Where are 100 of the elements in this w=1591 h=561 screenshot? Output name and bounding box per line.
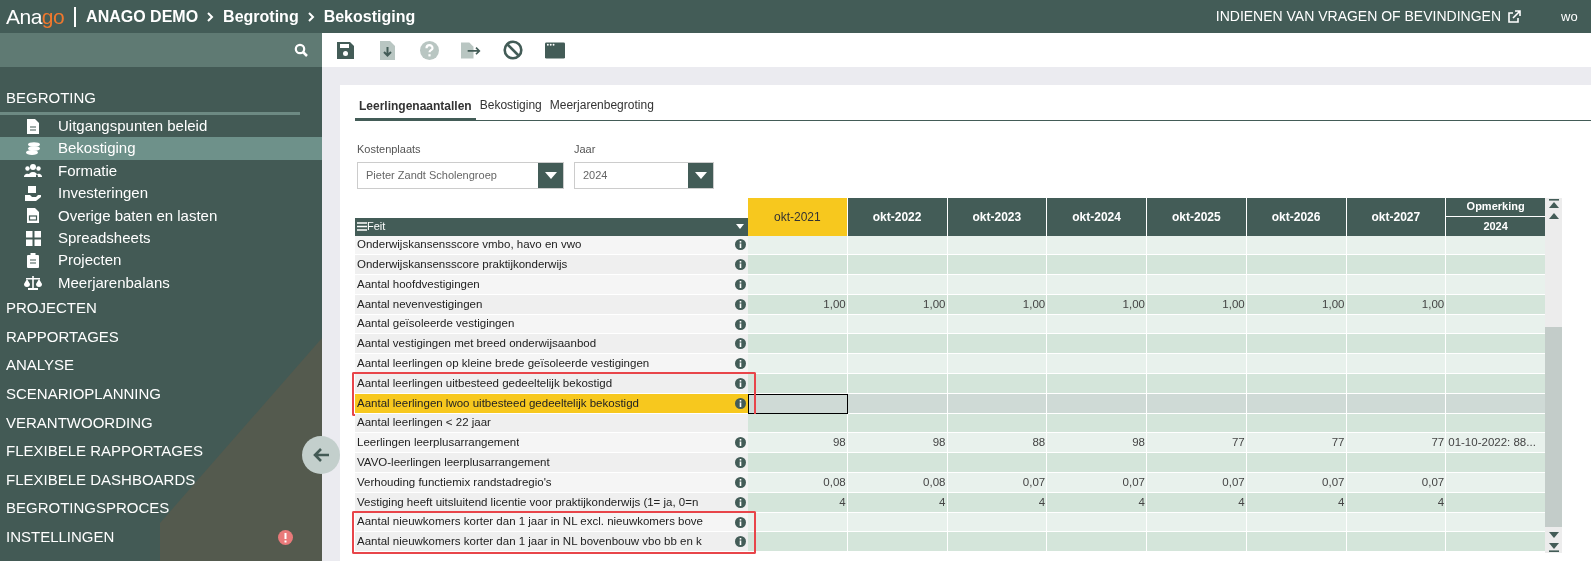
column-header[interactable]: okt-2024 [1047,197,1147,236]
table-cell[interactable] [1246,354,1347,375]
row-label[interactable]: Aantal vestigingen met breed onderwijsaanbod [355,334,748,355]
row-label[interactable]: Aantal nieuwkomers korter dan 1 jaar in NL bovenbouw vbo bb en k [355,532,748,553]
sidebar-item[interactable]: Uitgangspunten beleid [0,115,322,138]
table-cell[interactable] [947,532,1048,553]
help-button[interactable] [419,38,439,62]
table-cell[interactable] [748,413,848,434]
info-icon[interactable] [735,338,746,350]
search-icon[interactable] [294,43,308,57]
table-cell[interactable]: 0,07 [1246,473,1347,493]
table-cell[interactable] [1047,532,1147,553]
table-cell[interactable] [1446,413,1545,434]
column-header[interactable]: okt-2022 [847,197,948,236]
row-label[interactable]: Aantal leerlingen op kleine brede geïsoleerde vestigingen [355,354,748,375]
column-header[interactable]: Feit [355,217,748,236]
row-label[interactable]: Aantal leerlingen < 22 jaar [355,413,748,434]
info-icon[interactable] [735,358,746,370]
row-label[interactable]: Aantal leerlingen uitbesteed gedeeltelijk bekostigd [355,374,748,394]
tab[interactable]: Bekostiging [475,96,546,120]
table-cell[interactable] [1147,235,1247,256]
row-label[interactable]: Aantal nieuwkomers korter dan 1 jaar in NL excl. nieuwkomers bove [355,512,748,533]
column-header[interactable]: okt-2021 [748,197,848,236]
table-cell[interactable] [1147,413,1247,434]
table-cell[interactable] [1147,374,1247,394]
table-cell[interactable]: 0,07 [1346,473,1447,493]
sidebar-section[interactable]: INSTELLINGEN [0,522,300,552]
table-cell[interactable] [1047,235,1147,256]
table-cell[interactable] [1446,512,1545,533]
table-cell[interactable]: 0,08 [847,473,948,493]
sidebar-section[interactable]: RAPPORTAGES [0,322,300,352]
info-icon[interactable] [735,476,746,488]
table-cell[interactable] [1346,532,1447,553]
breadcrumb-item[interactable]: ANAGO DEMO [86,4,199,29]
table-cell[interactable]: 77 [1246,433,1347,454]
row-label[interactable]: Onderwijskansensscore praktijkonderwijs [355,255,748,276]
row-label[interactable]: Leerlingen leerplusarrangement [355,433,748,454]
table-cell[interactable]: 4 [1147,492,1247,513]
sidebar-item[interactable]: Spreadsheets [0,226,322,250]
table-cell[interactable] [1446,334,1545,355]
sidebar-item[interactable]: Projecten [0,249,322,272]
table-cell[interactable] [1246,374,1347,394]
table-cell[interactable] [847,532,948,553]
table-cell[interactable] [847,453,948,474]
table-cell[interactable] [1147,393,1247,414]
file-download-button[interactable] [377,38,397,62]
table-cell[interactable] [748,235,848,256]
table-cell[interactable] [748,532,848,553]
dropdown-arrow-icon[interactable] [736,224,744,229]
info-icon[interactable] [735,516,746,528]
info-icon[interactable] [735,536,746,548]
scroll-down-icon[interactable] [1548,529,1559,552]
table-cell[interactable] [1446,473,1545,493]
sidebar-section[interactable]: FLEXIBELE DASHBOARDS [0,465,300,495]
table-cell[interactable] [1346,374,1447,394]
table-cell[interactable] [1446,453,1545,474]
table-cell[interactable] [1246,255,1347,276]
info-icon[interactable] [735,397,746,409]
table-cell[interactable] [1246,532,1347,553]
row-label[interactable]: Verhouding functiemix randstadregio's [355,473,748,493]
table-cell[interactable] [1446,393,1545,414]
table-cell[interactable] [1047,453,1147,474]
table-cell[interactable] [1147,532,1247,553]
table-cell[interactable] [1446,532,1545,553]
column-header[interactable]: okt-2025 [1147,197,1247,236]
scroll-up-icon[interactable] [1548,198,1559,221]
sidebar-section[interactable]: BEGROTING [0,84,300,115]
table-cell[interactable] [1446,374,1545,394]
sidebar-section[interactable]: PROJECTEN [0,294,300,323]
sidebar-section[interactable]: ANALYSE [0,351,300,380]
sidebar-section[interactable]: FLEXIBELE RAPPORTAGES [0,437,300,466]
table-cell[interactable]: 0,08 [748,473,848,493]
table-cell[interactable] [1246,275,1347,295]
table-cell[interactable] [1346,334,1447,355]
column-header[interactable]: okt-2026 [1246,197,1347,236]
sidebar-item[interactable]: Overige baten en lasten [0,204,322,227]
table-cell[interactable] [1346,453,1447,474]
info-icon[interactable] [735,437,746,449]
dropdown-field[interactable]: Pieter Zandt Scholengroep [357,161,564,189]
sidebar-section[interactable]: VERANTWOORDING [0,408,300,438]
info-icon[interactable] [735,259,746,271]
table-cell[interactable] [847,255,948,276]
table-cell[interactable] [947,354,1048,375]
row-label[interactable]: Aantal hoofdvestigingen [355,275,748,295]
table-cell[interactable] [947,275,1048,295]
table-cell[interactable] [1147,453,1247,474]
table-cell[interactable]: 4 [748,492,848,513]
menu-icon[interactable] [357,222,367,231]
table-cell[interactable]: 77 [1147,433,1247,454]
tab[interactable]: Meerjarenbegroting [545,96,658,120]
info-icon[interactable] [735,279,746,290]
info-icon[interactable] [735,496,746,508]
table-cell[interactable] [1346,354,1447,375]
table-cell[interactable] [1346,255,1447,276]
table-cell[interactable] [1047,275,1147,295]
info-icon[interactable] [735,457,746,469]
table-cell[interactable] [947,255,1048,276]
info-icon[interactable] [735,239,746,251]
table-cell[interactable]: 0,07 [1047,473,1147,493]
table-cell[interactable] [1047,393,1147,414]
